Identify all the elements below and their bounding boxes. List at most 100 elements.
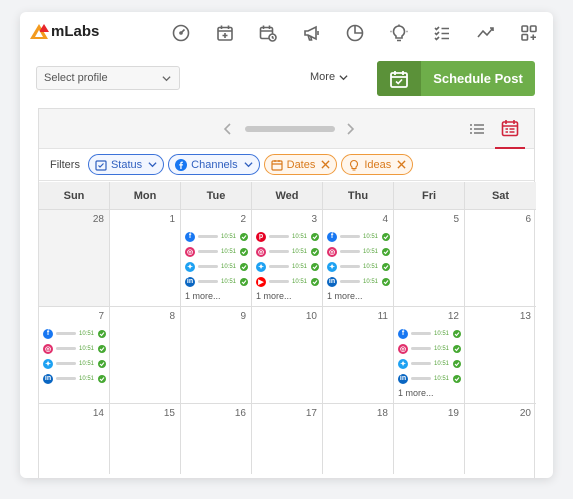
close-icon[interactable] (397, 160, 406, 169)
next-period-button[interactable] (345, 122, 355, 139)
post-time: 10:51 (79, 375, 95, 382)
check-icon (311, 232, 320, 241)
filter-chip-status[interactable]: Status (87, 154, 165, 175)
day-cell[interactable]: 6 (465, 210, 536, 306)
remove-filter-button[interactable] (321, 160, 330, 169)
calendar-week: 14 15 16 17 18 19 20 (39, 404, 536, 474)
day-cell[interactable]: 15 (110, 404, 181, 474)
day-cell[interactable]: 7 f 10:51 ◎ 10:51 ✦ 10:51 in 10:51 (39, 307, 110, 403)
post-title-placeholder (269, 280, 289, 283)
close-icon[interactable] (321, 160, 330, 169)
lightbulb-icon[interactable] (388, 22, 410, 44)
date-range-placeholder (245, 126, 335, 132)
post-title-placeholder (56, 332, 76, 335)
more-posts-link[interactable]: 1 more... (185, 291, 249, 301)
scheduled-post[interactable]: ◎ 10:51 (185, 244, 249, 259)
day-cell[interactable]: 3 p 10:51 ◎ 10:51 ✦ 10:51 ▶ 10:51 1 more... (252, 210, 323, 306)
scheduled-post[interactable]: in 10:51 (398, 371, 462, 386)
select-profile-dropdown[interactable]: Select profile (36, 66, 180, 90)
filter-chip-label: Status (110, 158, 143, 171)
pie-chart-icon[interactable] (344, 22, 366, 44)
day-cell[interactable]: 18 (323, 404, 394, 474)
calendar-clock-icon[interactable] (257, 22, 279, 44)
weekday-sat: Sat (491, 190, 510, 202)
day-cell[interactable]: 12 f 10:51 ◎ 10:51 ✦ 10:51 in 10:51 1 more... (394, 307, 465, 403)
scheduled-post[interactable]: ✦ 10:51 (398, 356, 462, 371)
more-posts-link[interactable]: 1 more... (398, 388, 462, 398)
calendar-week: 7 f 10:51 ◎ 10:51 ✦ 10:51 in 10:51 8 9 10 11 12 f 10:51… (39, 307, 536, 404)
day-cell[interactable]: 17 (252, 404, 323, 474)
scheduled-post[interactable]: ✦ 10:51 (327, 259, 391, 274)
weekday-wed: Wed (252, 182, 323, 209)
day-cell[interactable]: 2 f 10:51 ◎ 10:51 ✦ 10:51 in 10:51 1 more... (181, 210, 252, 306)
day-cell[interactable]: 1 (110, 210, 181, 306)
more-posts-link[interactable]: 1 more... (256, 291, 320, 301)
filter-chip-channels[interactable]: Channels (168, 154, 260, 175)
scheduled-post[interactable]: in 10:51 (185, 274, 249, 289)
day-cell[interactable]: 28 (39, 210, 110, 306)
dashboard-icon[interactable] (170, 22, 192, 44)
scheduled-post[interactable]: in 10:51 (327, 274, 391, 289)
linkedin-icon: in (43, 373, 53, 384)
scheduled-post[interactable]: ◎ 10:51 (327, 244, 391, 259)
check-icon (453, 329, 462, 338)
megaphone-icon[interactable] (301, 22, 323, 44)
scheduled-post[interactable]: f 10:51 (398, 326, 462, 341)
day-cell[interactable]: 8 (110, 307, 181, 403)
youtube-icon: ▶ (256, 276, 266, 287)
check-icon (453, 374, 462, 383)
filter-dropdown-toggle[interactable] (148, 160, 157, 169)
scheduled-post[interactable]: ✦ 10:51 (185, 259, 249, 274)
remove-filter-button[interactable] (397, 160, 406, 169)
top-navigation: mLabs (20, 12, 553, 56)
day-cell[interactable]: 9 (181, 307, 252, 403)
post-time: 10:51 (221, 233, 237, 240)
pinterest-icon: p (256, 231, 266, 242)
chevron-down-icon (162, 76, 171, 82)
linkedin-icon: in (398, 373, 408, 384)
scheduled-post[interactable]: in 10:51 (43, 371, 107, 386)
trend-line-icon[interactable] (475, 22, 497, 44)
calendar-view-button[interactable] (495, 109, 525, 149)
previous-period-button[interactable] (223, 122, 233, 139)
scheduled-post[interactable]: ✦ 10:51 (256, 259, 320, 274)
day-cell[interactable]: 19 (394, 404, 465, 474)
scheduled-post[interactable]: ▶ 10:51 (256, 274, 320, 289)
filter-chip-dates[interactable]: Dates (263, 154, 338, 175)
checklist-icon[interactable] (431, 22, 453, 44)
scheduled-post[interactable]: ◎ 10:51 (256, 244, 320, 259)
scheduled-post[interactable]: f 10:51 (327, 229, 391, 244)
scheduled-post[interactable]: ✦ 10:51 (43, 356, 107, 371)
check-icon (240, 232, 249, 241)
filter-dropdown-toggle[interactable] (244, 160, 253, 169)
day-cell[interactable]: 13 (465, 307, 536, 403)
day-cell[interactable]: 5 (394, 210, 465, 306)
linkedin-icon: in (327, 276, 337, 287)
day-cell[interactable]: 10 (252, 307, 323, 403)
post-time: 10:51 (363, 248, 379, 255)
day-cell[interactable]: 4 f 10:51 ◎ 10:51 ✦ 10:51 in 10:51 1 more... (323, 210, 394, 306)
schedule-post-button[interactable]: Schedule Post (377, 61, 535, 96)
day-number: 20 (519, 408, 531, 419)
filter-chip-label: Channels (191, 158, 238, 171)
day-cell[interactable]: 16 (181, 404, 252, 474)
grid-add-icon[interactable] (518, 22, 540, 44)
scheduled-post[interactable]: f 10:51 (43, 326, 107, 341)
day-cell[interactable]: 20 (465, 404, 536, 474)
brand-logo[interactable]: mLabs (30, 23, 99, 40)
scheduled-posts: f 10:51 ◎ 10:51 ✦ 10:51 in 10:51 1 more... (398, 326, 462, 398)
more-menu-button[interactable]: More (310, 71, 348, 83)
day-cell[interactable]: 14 (39, 404, 110, 474)
more-posts-link[interactable]: 1 more... (327, 291, 391, 301)
filter-chip-ideas[interactable]: Ideas (341, 154, 414, 175)
scheduled-post[interactable]: ◎ 10:51 (43, 341, 107, 356)
calendar-icon (271, 159, 283, 171)
list-icon (470, 124, 484, 134)
scheduled-post[interactable]: ◎ 10:51 (398, 341, 462, 356)
day-cell[interactable]: 11 (323, 307, 394, 403)
calendar-add-icon[interactable] (214, 22, 236, 44)
scheduled-post[interactable]: p 10:51 (256, 229, 320, 244)
list-view-button[interactable] (469, 122, 485, 141)
instagram-icon: ◎ (327, 246, 337, 257)
scheduled-post[interactable]: f 10:51 (185, 229, 249, 244)
